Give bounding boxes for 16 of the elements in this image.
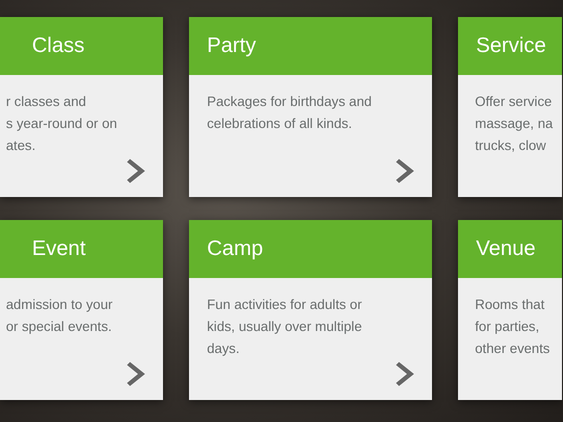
- card-title: Camp: [207, 237, 264, 261]
- card-title: Class: [32, 34, 85, 58]
- card-title: Event: [32, 237, 86, 261]
- chevron-right-icon[interactable]: [126, 159, 145, 183]
- card-description: admission to your or special events.: [6, 296, 114, 336]
- card-title: Venue: [476, 237, 536, 261]
- card-description: Offer service massage, na trucks, clow: [475, 93, 554, 155]
- chevron-right-icon[interactable]: [395, 362, 414, 386]
- chevron-right-icon[interactable]: [126, 362, 145, 386]
- chevron-right-icon[interactable]: [395, 159, 414, 183]
- card-description: r classes and s year-round or on ates.: [6, 93, 118, 155]
- card-title: Party: [207, 34, 256, 58]
- card-description: Rooms that for parties, other events: [475, 296, 551, 358]
- card-description: Packages for birthdays and celebrations of all kinds.: [207, 93, 373, 133]
- card-description: Fun activities for adults or kids, usually over multiple days.: [207, 296, 363, 358]
- card-title: Service: [476, 34, 546, 58]
